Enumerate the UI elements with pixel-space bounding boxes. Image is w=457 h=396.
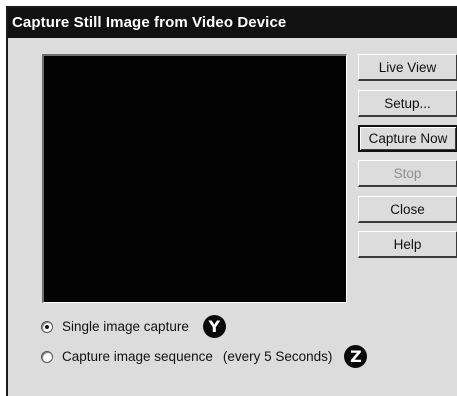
single-image-radio[interactable]: [41, 320, 53, 333]
radio-selected-dot: [45, 324, 49, 329]
image-sequence-option[interactable]: Capture image sequence (every 5 Seconds)…: [41, 345, 368, 368]
live-view-button[interactable]: Live View: [358, 54, 457, 81]
dialog-title: Capture Still Image from Video Device: [12, 14, 287, 31]
setup-button[interactable]: Setup...: [358, 90, 457, 117]
single-image-option[interactable]: Single image capture Y: [41, 315, 226, 338]
y-marker-badge: Y: [202, 315, 226, 338]
stop-button: Stop: [358, 160, 457, 187]
title-bar[interactable]: Capture Still Image from Video Device: [8, 8, 457, 38]
video-preview-area: [42, 54, 347, 303]
image-sequence-label[interactable]: Capture image sequence: [62, 349, 213, 364]
sequence-interval-label: (every 5 Seconds): [222, 349, 333, 364]
image-sequence-radio[interactable]: [41, 350, 53, 363]
capture-now-button[interactable]: Capture Now: [358, 125, 457, 152]
help-button[interactable]: Help: [358, 231, 457, 258]
z-marker-badge: Z: [344, 345, 368, 368]
close-button[interactable]: Close: [358, 196, 457, 223]
capture-dialog: Capture Still Image from Video Device Li…: [6, 6, 457, 396]
single-image-label[interactable]: Single image capture: [62, 319, 189, 334]
